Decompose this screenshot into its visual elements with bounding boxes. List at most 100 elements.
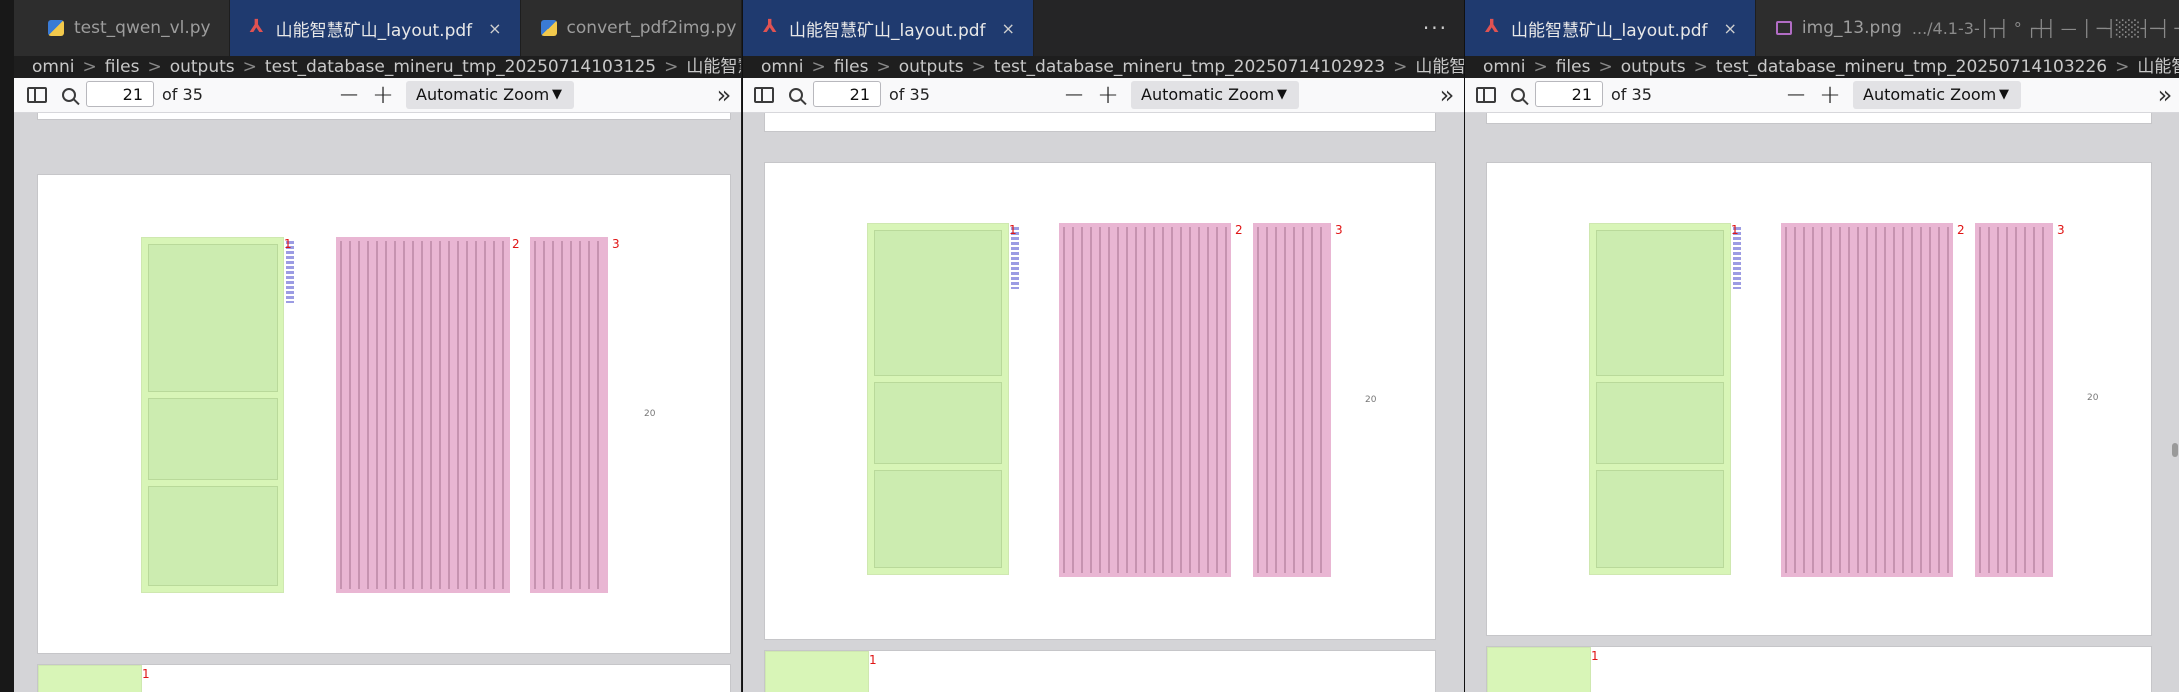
image-file-icon [1775,21,1792,35]
layout-text-block [1975,223,2053,577]
zoom-in-icon[interactable]: + [1095,78,1121,112]
tools-menu-icon[interactable]: » [2149,78,2175,112]
order-label: 3 [612,237,620,251]
order-label: 1 [1009,223,1017,237]
breadcrumb-item[interactable]: 山能智慧矿山 [686,57,741,77]
zoom-select[interactable]: Automatic Zoom ▼ [406,81,574,109]
order-label: 3 [1335,223,1343,237]
pdf-viewport[interactable]: 1 2 3 20 1 [743,113,1464,692]
page-count: of 35 [889,85,930,104]
breadcrumb-item[interactable]: files [1556,57,1591,77]
page-footer-mark: 20 [644,409,656,419]
zoom-select[interactable]: Automatic Zoom ▼ [1131,81,1299,109]
pdf-page-next: 1 [38,665,730,692]
breadcrumb-item[interactable]: outputs [170,57,235,77]
close-icon[interactable]: × [488,19,501,38]
layout-image-block [1589,223,1731,575]
zoom-out-icon[interactable]: − [1061,78,1087,112]
editor-group-1: test_qwen_vl.py 山能智慧矿山_layout.pdf × conv… [14,0,741,692]
breadcrumb-item[interactable]: 山能智慧矿山 [2137,57,2179,77]
order-label: 1 [284,237,292,251]
breadcrumb: omni > files > outputs > test_database_mineru_… [743,56,1464,78]
sidebar-toggle-icon[interactable] [1471,78,1501,112]
breadcrumb-item[interactable]: test_database_mineru_tmp_20250714103125 [265,57,656,77]
zoom-in-icon[interactable]: + [1817,78,1843,112]
breadcrumb-item[interactable]: omni [761,57,803,77]
sidebar-toggle-icon[interactable] [749,78,779,112]
more-actions-icon[interactable]: ··· [1407,0,1464,56]
zoom-value: Automatic Zoom [1863,85,1997,104]
tab-label: 山能智慧矿山_layout.pdf [789,20,986,41]
breadcrumb-item[interactable]: omni [1483,57,1525,77]
zoom-in-icon[interactable]: + [370,78,396,112]
close-icon[interactable]: × [1724,19,1737,38]
pdf-page-current: 1 2 3 20 [765,163,1435,639]
order-label: 1 [142,667,150,681]
breadcrumb-item[interactable]: files [105,57,140,77]
breadcrumb-item[interactable]: files [834,57,869,77]
tab-label: convert_pdf2img.py [566,18,737,38]
zoom-select[interactable]: Automatic Zoom ▼ [1853,81,2021,109]
search-icon[interactable] [1503,78,1533,112]
sidebar-toggle-icon[interactable] [22,78,52,112]
zoom-value: Automatic Zoom [416,85,550,104]
chevron-down-icon: ▼ [552,87,562,102]
pdf-page-next: 1 [765,651,1435,692]
breadcrumb-item[interactable]: test_database_mineru_tmp_20250714103226 [1716,57,2107,77]
tab-label: 山能智慧矿山_layout.pdf [1511,20,1708,41]
pdf-page-current: 1 2 3 20 [38,175,730,653]
breadcrumb-item[interactable]: omni [32,57,74,77]
search-icon[interactable] [54,78,84,112]
breadcrumb: omni > files > outputs > test_database_mineru_… [14,56,741,78]
layout-text-block [336,237,510,593]
layout-text-block [1253,223,1331,577]
tab-label: 山能智慧矿山_layout.pdf [275,20,473,41]
tab-bar: 山能智慧矿山_layout.pdf × ··· [743,0,1464,56]
tab-test-qwen-vl[interactable]: test_qwen_vl.py [14,0,230,56]
pdf-toolbar: of 35 − + Automatic Zoom▼ » [743,78,1464,113]
breadcrumb: omni > files > outputs > test_database_mineru_… [1465,56,2179,78]
order-label: 2 [1957,223,1965,237]
breadcrumb-item[interactable]: test_database_mineru_tmp_20250714102923 [994,57,1385,77]
page-number-input[interactable] [813,81,881,107]
pdf-viewport[interactable]: 1 2 3 20 1 [14,113,741,692]
layout-image-block [1487,647,1591,692]
page-number-input[interactable] [86,81,154,107]
order-label: 2 [1235,223,1243,237]
zoom-out-icon[interactable]: − [1783,78,1809,112]
chevron-down-icon: ▼ [1999,87,2009,102]
order-label: 1 [1731,223,1739,237]
page-number-input[interactable] [1535,81,1603,107]
zoom-out-icon[interactable]: − [336,78,362,112]
search-icon[interactable] [781,78,811,112]
order-label: 3 [2057,223,2065,237]
layout-text-block [1059,223,1231,577]
tab-layout-pdf[interactable]: 山能智慧矿山_layout.pdf × [743,0,1034,56]
scrollbar-thumb[interactable] [2172,443,2178,457]
page-footer-mark: 20 [1365,395,1377,405]
pdf-toolbar: of 35 − + Automatic Zoom▼ » [1465,78,2179,113]
tab-img-13[interactable]: img_13.png .../4.1-3-│┬┤ ° ┌┼┤ — │ ─┤░░┤… [1755,0,2179,56]
layout-text-block [1781,223,1953,577]
python-file-icon [540,20,557,36]
pdf-viewport[interactable]: 1 2 3 20 1 [1465,113,2179,692]
activity-gutter [0,0,14,692]
tab-description: .../4.1-3-│┬┤ ° ┌┼┤ — │ ─┤░░┤─┤ ─┤─i.pdf [1911,18,2179,38]
pdf-toolbar: of 35 − + Automatic Zoom▼ » [14,78,741,113]
tools-menu-icon[interactable]: » [708,78,734,112]
pdf-page-next: 1 [1487,647,2151,692]
tab-layout-pdf[interactable]: 山能智慧矿山_layout.pdf × [1465,0,1756,56]
layout-image-block [38,665,142,692]
layout-image-block [867,223,1009,575]
close-icon[interactable]: × [1002,19,1015,38]
breadcrumb-item[interactable]: 山能智慧矿山 [1415,57,1464,77]
tab-bar: 山能智慧矿山_layout.pdf × img_13.png .../4.1-3… [1465,0,2179,56]
tab-layout-pdf[interactable]: 山能智慧矿山_layout.pdf × [229,0,521,56]
tab-label: img_13.png [1801,18,1902,38]
breadcrumb-item[interactable]: outputs [1621,57,1686,77]
tools-menu-icon[interactable]: » [1431,78,1457,112]
pdf-file-icon [763,16,779,37]
breadcrumb-item[interactable]: outputs [899,57,964,77]
python-file-icon [48,20,64,36]
tab-convert-pdf2img[interactable]: convert_pdf2img.py [520,0,741,56]
